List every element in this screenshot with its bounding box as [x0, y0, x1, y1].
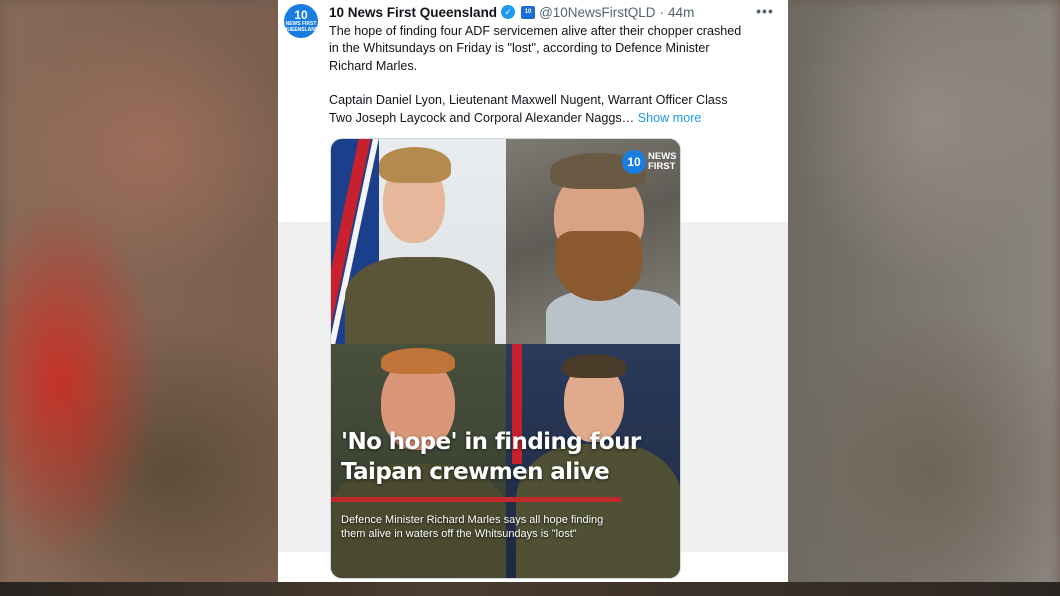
news-brand-logo: 10 NEWS FIRST — [622, 149, 677, 175]
headline-divider — [331, 497, 621, 502]
brand-number: 10 — [622, 150, 646, 174]
separator-dot: · — [659, 4, 665, 20]
hair-shape — [379, 147, 451, 183]
affiliate-badge-icon: 10 — [521, 5, 536, 19]
tweet-text: The hope of finding four ADF servicemen … — [329, 23, 769, 127]
brand-text: NEWS FIRST — [648, 151, 677, 172]
user-handle[interactable]: @10NewsFirstQLD — [539, 5, 655, 20]
photo-panel-top-left — [331, 139, 506, 344]
uniform-shape — [345, 257, 495, 344]
tweet-card[interactable]: 10 NEWS FIRST QUEENSLAND 10 News First Q… — [278, 0, 788, 582]
image-subhead: Defence Minister Richard Marles says all… — [341, 514, 604, 540]
verified-badge-icon: ✓ — [501, 5, 516, 19]
more-options-icon[interactable]: ••• — [754, 3, 776, 21]
tweet-header: 10 News First Queensland ✓ 10 @10NewsFir… — [329, 3, 694, 21]
show-more-link[interactable]: Show more — [638, 111, 702, 125]
tweet-paragraph-2: Captain Daniel Lyon, Lieutenant Maxwell … — [329, 92, 769, 127]
avatar[interactable]: 10 NEWS FIRST QUEENSLAND — [283, 4, 319, 38]
avatar-number: 10 — [294, 7, 308, 22]
avatar-sub: QUEENSLAND — [283, 26, 319, 33]
tweet-paragraph-1: The hope of finding four ADF servicemen … — [329, 24, 742, 73]
bottom-strip — [0, 582, 1060, 596]
hair-shape — [562, 354, 626, 378]
display-name[interactable]: 10 News First Queensland — [329, 5, 497, 20]
beard-shape — [556, 231, 642, 301]
image-headline: 'No hope' in finding four Taipan crewmen… — [341, 429, 641, 485]
timestamp[interactable]: 44m — [668, 5, 694, 20]
hair-shape — [381, 348, 455, 374]
tweet-media-image[interactable]: 10 NEWS FIRST 'No hope' in finding four … — [330, 138, 681, 579]
